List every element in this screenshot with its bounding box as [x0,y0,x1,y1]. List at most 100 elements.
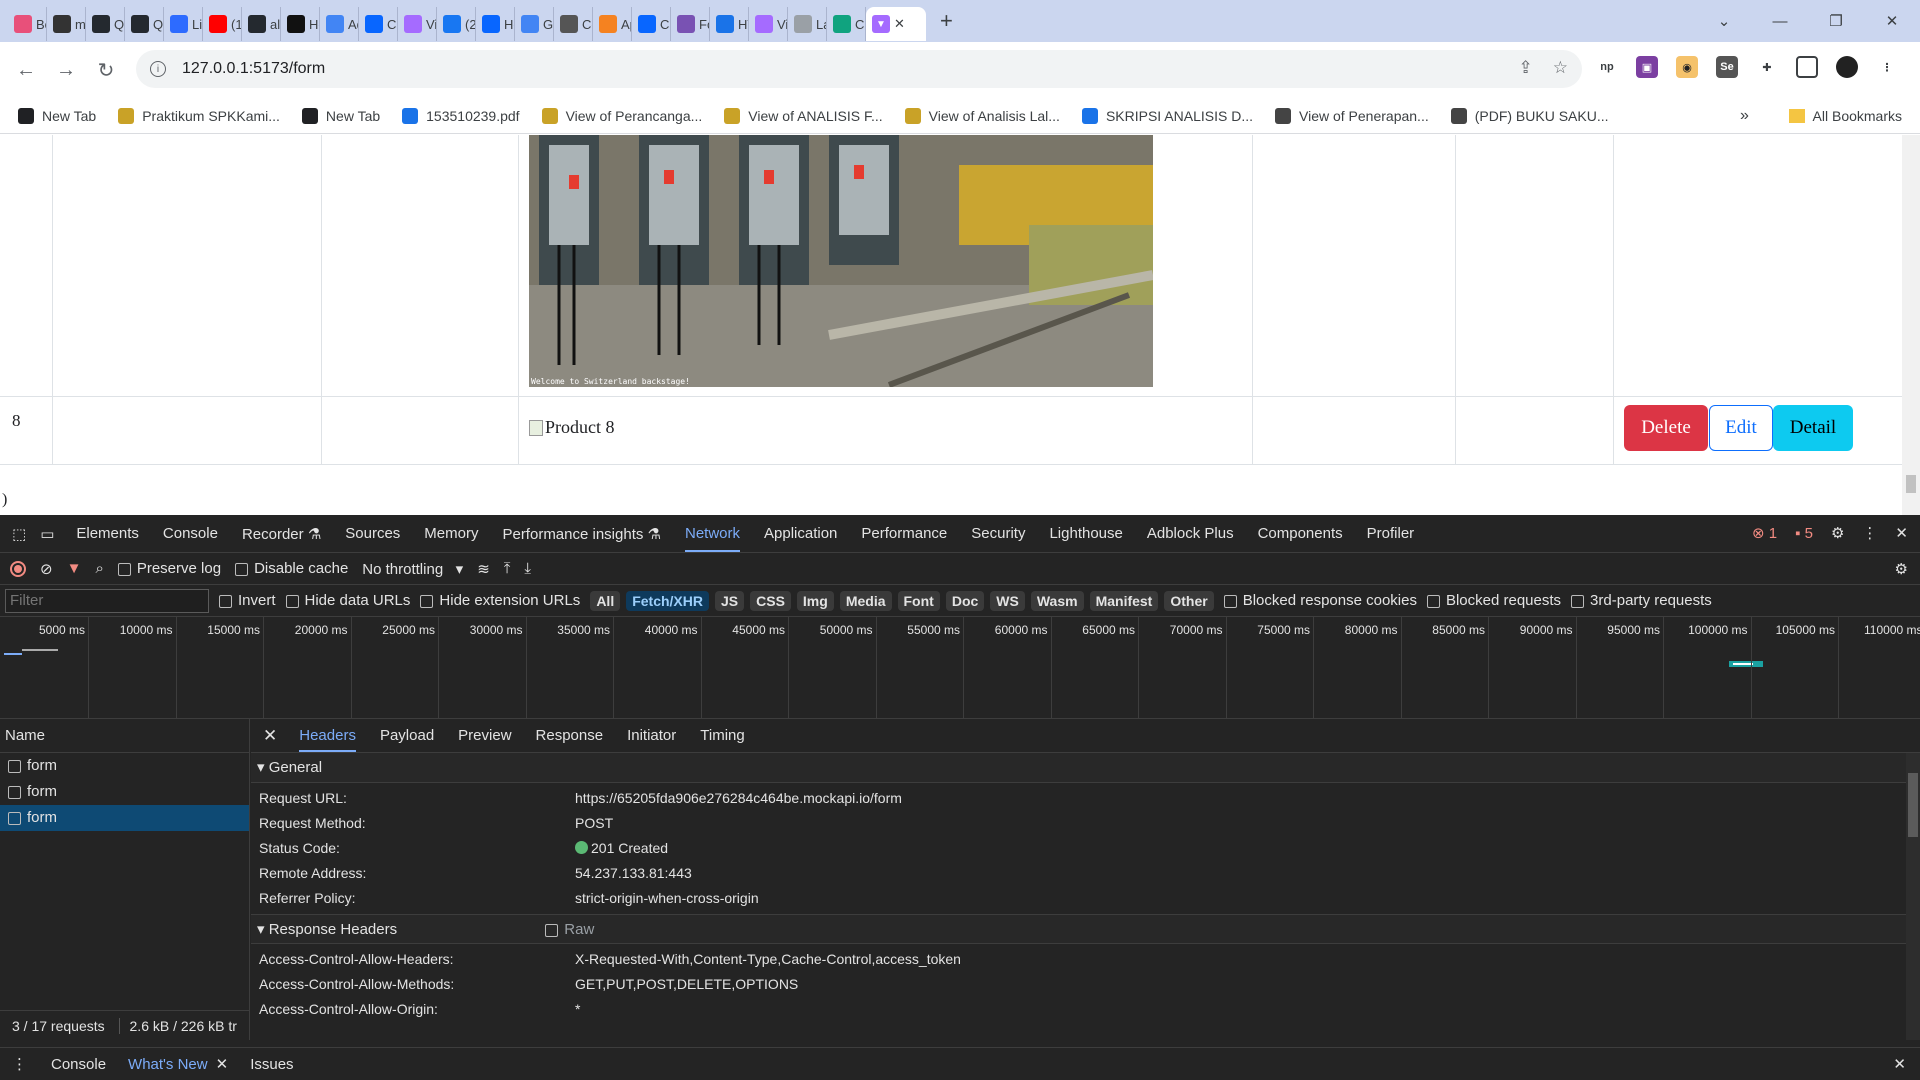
drawer-tab[interactable]: Console [51,1056,106,1073]
devtools-tab[interactable]: Profiler [1367,525,1415,542]
devtools-tab[interactable]: Network [684,525,740,552]
devtools-tab[interactable]: Performance insights ⚗ [502,525,661,543]
filter-input[interactable] [5,588,209,613]
bookmark-star-icon[interactable]: ☆ [1553,58,1568,78]
browser-tab[interactable]: Go [515,7,554,41]
browser-tab[interactable]: Qu [86,7,125,41]
invert-checkbox[interactable]: Invert [219,592,276,609]
avatar[interactable] [1836,56,1858,78]
inspect-icon[interactable]: ⬚ [12,525,26,543]
devtools-tab[interactable]: Memory [424,525,478,542]
hide-data-urls-checkbox[interactable]: Hide data URLs [285,592,410,609]
browser-tab[interactable]: Ap [593,7,632,41]
reload-icon[interactable]: ↻ [86,58,126,83]
browser-tab[interactable]: Ca [359,7,398,41]
devtools-tab[interactable]: Performance [861,525,947,542]
browser-tab[interactable]: Ad [320,7,359,41]
request-row[interactable]: form [0,779,249,805]
drawer-tab[interactable]: Issues [250,1056,293,1073]
type-filter-chip[interactable]: JS [715,590,745,611]
type-filter-chip[interactable]: All [590,590,621,611]
network-conditions-icon[interactable]: ≋ [477,560,490,578]
browser-tab[interactable]: Ho [476,7,515,41]
browser-tab[interactable]: Vit [398,7,437,41]
extension-icon[interactable]: Se [1716,56,1738,78]
share-icon[interactable]: ⇪ [1519,58,1533,78]
detail-button[interactable]: Detail [1773,405,1853,451]
drawer-menu-icon[interactable]: ⋮ [12,1055,27,1073]
bookmark-item[interactable]: 153510239.pdf [402,107,520,124]
new-tab-button[interactable]: + [940,8,953,34]
browser-tab[interactable]: CS [827,7,866,41]
side-panel-icon[interactable] [1796,56,1818,78]
extension-icon[interactable]: ◉ [1676,56,1698,78]
detail-tab[interactable]: Timing [700,727,744,744]
raw-checkbox[interactable]: Raw [545,921,594,938]
network-overview-timeline[interactable]: 5000 ms 10000 ms 15000 ms 20000 ms 25000 ms 3… [0,617,1920,719]
detail-tab[interactable]: Payload [380,727,434,744]
bookmark-item[interactable]: (PDF) BUKU SAKU... [1450,107,1609,124]
bookmark-item[interactable]: New Tab [301,107,380,124]
detail-tab[interactable]: Response [536,727,604,744]
device-toggle-icon[interactable]: ▭ [40,525,54,543]
more-bookmarks-icon[interactable]: » [1740,107,1749,125]
puzzle-icon[interactable]: ✚ [1756,56,1778,78]
close-detail-icon[interactable]: ✕ [263,726,277,746]
close-drawer-icon[interactable]: ✕ [1893,1055,1906,1073]
forward-icon[interactable]: → [46,59,86,82]
devtools-tab[interactable]: Application [764,525,837,542]
all-bookmarks[interactable]: All Bookmarks [1788,108,1902,124]
drawer-tab[interactable]: What's New [128,1056,208,1073]
bookmark-item[interactable]: View of Analisis Lal... [904,107,1060,124]
url-text[interactable]: 127.0.0.1:5173/form [182,60,325,78]
browser-tab[interactable]: Bo [8,7,47,41]
type-filter-chip[interactable]: Other [1164,590,1214,611]
npm-extension-icon[interactable]: np [1596,56,1618,78]
type-filter-chip[interactable]: Media [839,590,892,611]
browser-tab[interactable]: (20 [437,7,476,41]
preserve-log-checkbox[interactable]: Preserve log [117,560,221,577]
close-drawer-tab-icon[interactable]: ✕ [216,1055,229,1073]
page-scrollbar[interactable] [1902,135,1920,515]
browser-tab[interactable]: alt [242,7,281,41]
bookmark-item[interactable]: View of Perancanga... [541,107,702,124]
browser-tab[interactable]: Fo [671,7,710,41]
minimize-icon[interactable]: — [1752,13,1808,30]
disable-cache-checkbox[interactable]: Disable cache [235,560,348,577]
type-filter-chip[interactable]: WS [990,590,1025,611]
hide-extension-urls-checkbox[interactable]: Hide extension URLs [420,592,580,609]
browser-tab[interactable]: Ho [281,7,320,41]
browser-tab[interactable]: HT [710,7,749,41]
browser-tab[interactable]: La [788,7,827,41]
address-bar[interactable]: i 127.0.0.1:5173/form ⇪ ☆ [136,50,1582,88]
close-devtools-icon[interactable]: ✕ [1895,524,1908,542]
bookmark-item[interactable]: View of ANALISIS F... [724,107,883,124]
blocked-requests-checkbox[interactable]: Blocked requests [1426,592,1561,609]
devtools-tab[interactable]: Console [163,525,218,542]
clear-icon[interactable]: ⊘ [40,560,53,578]
general-section-header[interactable]: ▾ General [251,753,1920,783]
devtools-tab[interactable]: Sources [345,525,400,542]
devtools-tab[interactable]: Adblock Plus [1147,525,1234,542]
devtools-tab[interactable]: Elements [76,525,139,542]
request-checkbox[interactable] [8,759,21,773]
request-checkbox[interactable] [8,785,21,799]
detail-tab[interactable]: Preview [458,727,511,744]
back-icon[interactable]: ← [6,59,46,82]
browser-tab[interactable]: (10 [203,7,242,41]
detail-tab[interactable]: Headers [299,727,356,752]
browser-tab[interactable]: Co [554,7,593,41]
type-filter-chip[interactable]: Font [897,590,940,611]
detail-scrollbar[interactable] [1906,753,1920,1040]
blocked-cookies-checkbox[interactable]: Blocked response cookies [1223,592,1417,609]
devtools-menu-icon[interactable]: ⋮ [1862,524,1877,542]
warning-count[interactable]: ▪ 5 [1795,525,1813,542]
type-filter-chip[interactable]: CSS [750,590,791,611]
bookmark-item[interactable]: New Tab [18,107,96,124]
restore-icon[interactable]: ❐ [1808,12,1864,30]
request-row[interactable]: form [0,805,249,831]
bookmark-item[interactable]: SKRIPSI ANALISIS D... [1081,107,1253,124]
export-har-icon[interactable]: ⤓ [524,560,531,577]
browser-tab[interactable]: Liv [164,7,203,41]
search-icon[interactable]: ⌕ [95,560,103,577]
